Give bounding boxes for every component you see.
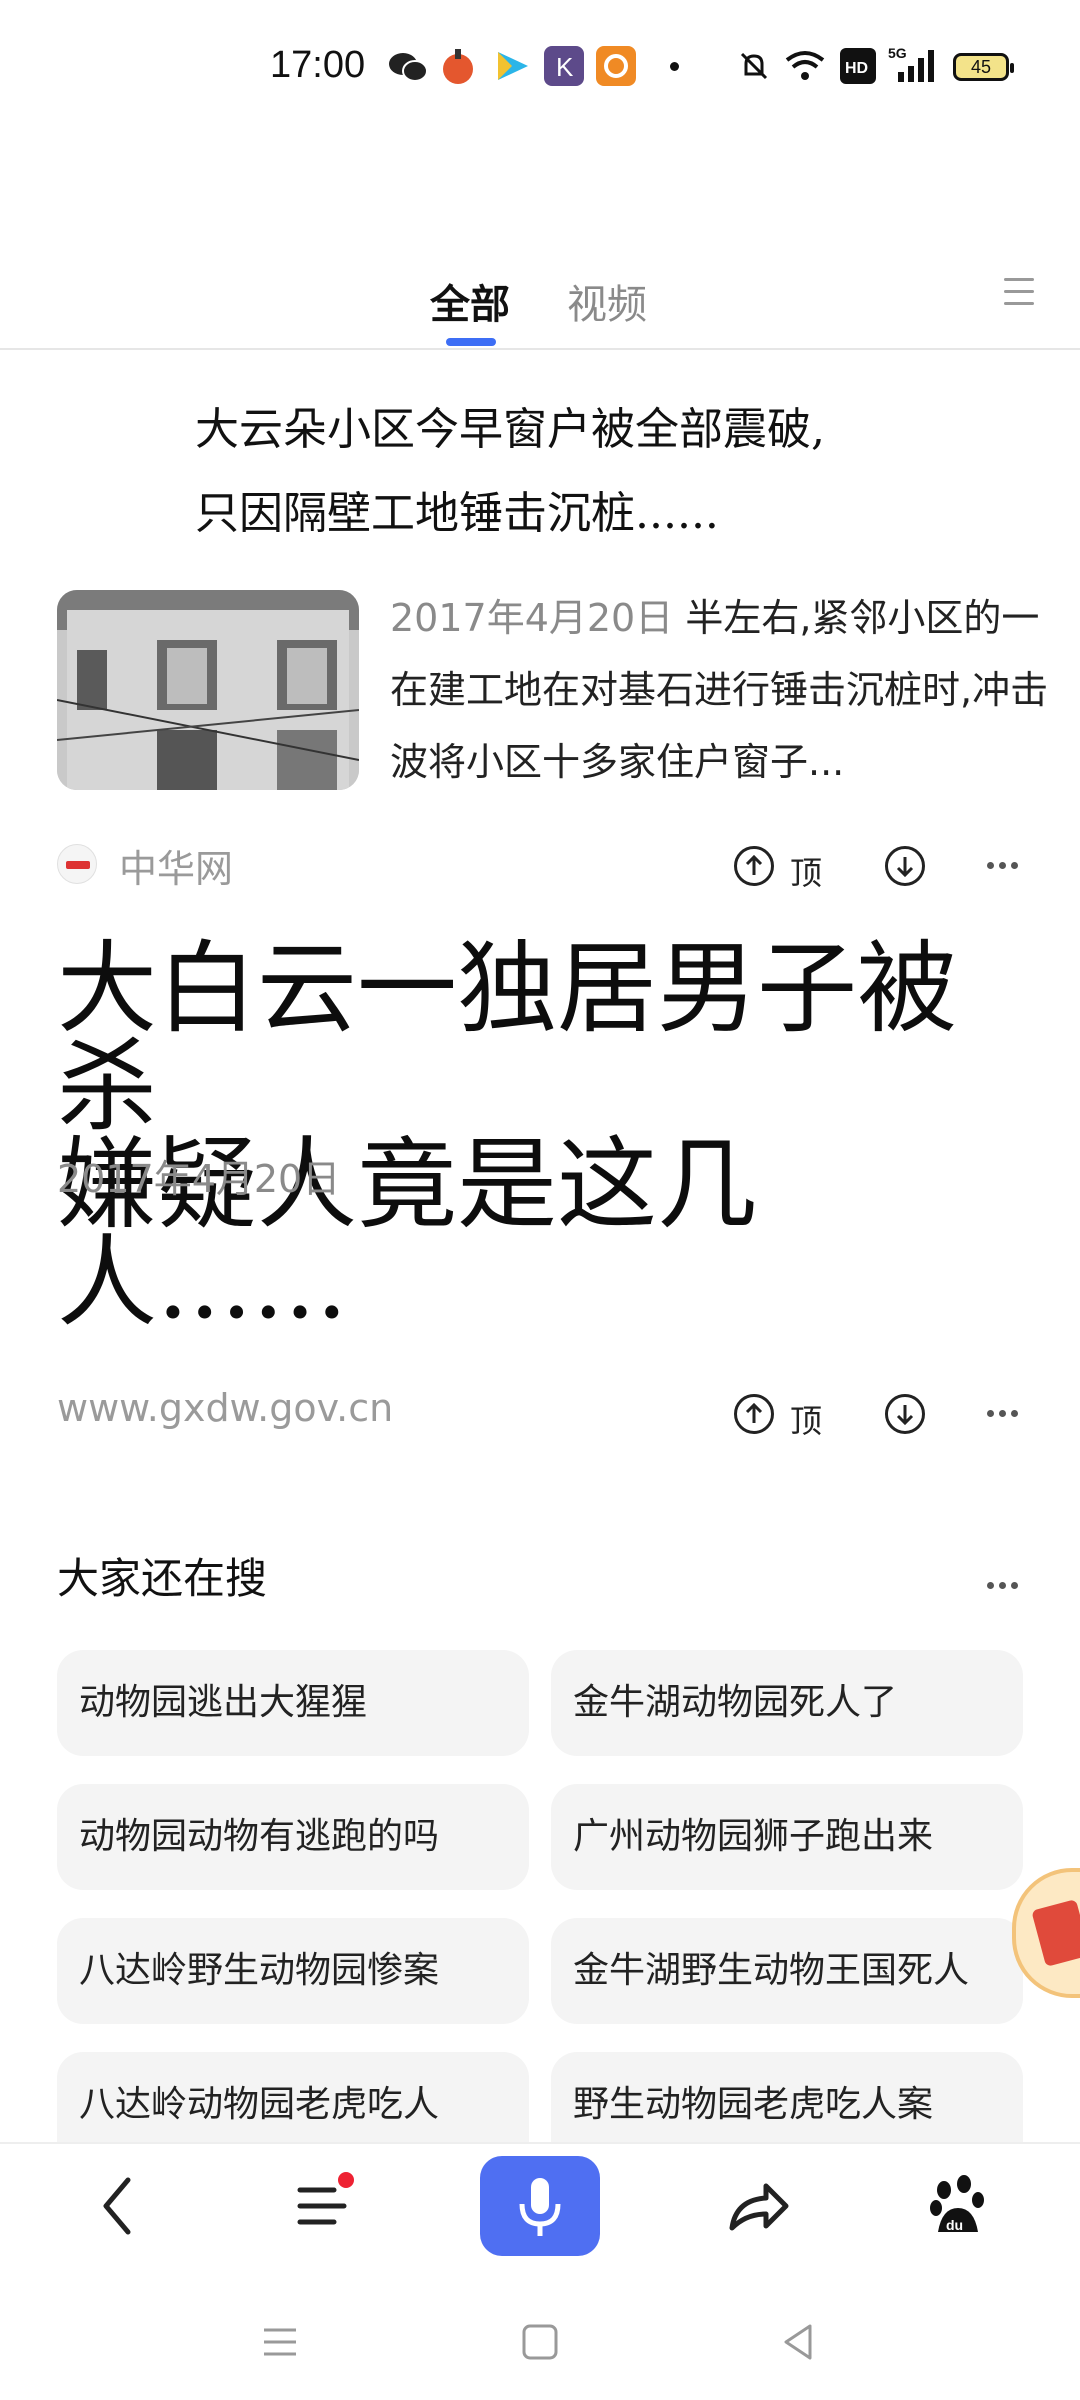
battery-icon: 45 [953, 53, 1014, 81]
article2-headline-line1: 大白云一独居男子被杀 [57, 930, 957, 1145]
voice-search-button[interactable] [480, 2156, 600, 2256]
arrow-up-icon [734, 846, 774, 886]
wifi-icon [785, 51, 825, 80]
source-logo-icon [57, 844, 97, 884]
related-search-chip[interactable]: 金牛湖野生动物王国死人 [551, 1918, 1023, 2024]
arrow-down-icon[interactable] [885, 1394, 925, 1434]
article1-source-row: 中华网 顶 [57, 832, 1027, 892]
svg-text:5G: 5G [888, 45, 907, 61]
related-search-chip[interactable]: 八达岭野生动物园惨案 [57, 1918, 529, 2024]
upvote-label: 顶 [790, 854, 823, 892]
home-icon[interactable] [520, 2322, 560, 2362]
wechat-icon [389, 53, 428, 82]
upvote-button[interactable]: 顶 [734, 1386, 844, 1440]
article1-headline-line2: 只因隔壁工地锤击沉桩...... [195, 488, 719, 539]
tab-video[interactable]: 视频 [567, 272, 647, 330]
article2-date: 2017年4月20日 [57, 1157, 341, 1201]
more-options-icon[interactable] [987, 854, 1023, 869]
related-search-chip[interactable]: 广州动物园狮子跑出来 [551, 1784, 1023, 1890]
notification-dot [338, 2172, 354, 2188]
related-search-chip[interactable]: 八达岭动物园老虎吃人 [57, 2052, 529, 2142]
system-nav-bar [0, 2272, 1080, 2400]
related-more-icon[interactable] [987, 1574, 1023, 1589]
dot-icon [670, 62, 679, 71]
tab-active-indicator [446, 338, 496, 346]
article2-headline[interactable]: 大白云一独居男子被杀 嫌疑人竟是这几人...... [57, 930, 1047, 1333]
hd-icon: HD [840, 48, 876, 84]
svg-text:K: K [556, 52, 574, 82]
related-search-chip[interactable]: 野生动物园老虎吃人案 [551, 2052, 1023, 2142]
svg-text:du: du [946, 2217, 963, 2233]
related-search-chip[interactable]: 动物园动物有逃跑的吗 [57, 1784, 529, 1890]
share-icon[interactable] [706, 2156, 806, 2256]
related-search-chip[interactable]: 金牛湖动物园死人了 [551, 1650, 1023, 1756]
app-icon [443, 49, 473, 84]
tab-bar: 全部 视频 [0, 250, 1080, 350]
arrow-down-icon[interactable] [885, 846, 925, 886]
k-app-icon: K [544, 46, 584, 86]
tab-all[interactable]: 全部 [430, 272, 510, 330]
article2-source[interactable]: www.gxdw.gov.cn [57, 1386, 393, 1430]
video-icon [498, 52, 528, 80]
5g-signal-icon: 5G [888, 45, 934, 82]
article1-headline[interactable]: 大云朵小区今早窗户被全部震破, 只因隔壁工地锤击沉桩...... [195, 388, 995, 556]
article1-snippet[interactable]: 2017年4月20日 半左右,紧邻小区的一在建工地在对基石进行锤击沉桩时,冲击波… [390, 582, 1070, 798]
status-time: 17:00 [270, 44, 366, 86]
tab-menu-icon[interactable] [1004, 278, 1034, 306]
upvote-label: 顶 [790, 1402, 823, 1440]
baidu-paw-icon[interactable]: du [908, 2156, 1008, 2256]
related-search-chip[interactable]: 动物园逃出大猩猩 [57, 1650, 529, 1756]
svg-text:HD: HD [845, 60, 868, 77]
related-searches-title: 大家还在搜 [57, 1554, 268, 1603]
back-icon[interactable] [70, 2156, 170, 2256]
article1-headline-line1: 大云朵小区今早窗户被全部震破, [195, 404, 825, 455]
microphone-icon [519, 2178, 561, 2236]
article1-source[interactable]: 中华网 [119, 838, 233, 893]
article2-source-row: www.gxdw.gov.cn 顶 [57, 1380, 1027, 1440]
mute-icon [740, 52, 768, 80]
browser-icon [596, 46, 636, 86]
back-nav-icon[interactable] [778, 2322, 818, 2362]
status-bar: 17:00 K HD 5G 45 [0, 0, 1080, 130]
arrow-up-icon [734, 1394, 774, 1434]
upvote-button[interactable]: 顶 [734, 838, 844, 892]
more-options-icon[interactable] [987, 1402, 1023, 1417]
recents-menu-icon[interactable] [260, 2322, 300, 2362]
article1-date: 2017年4月20日 [390, 596, 674, 640]
article1-thumbnail[interactable] [57, 590, 359, 790]
menu-list-icon[interactable] [272, 2156, 372, 2256]
